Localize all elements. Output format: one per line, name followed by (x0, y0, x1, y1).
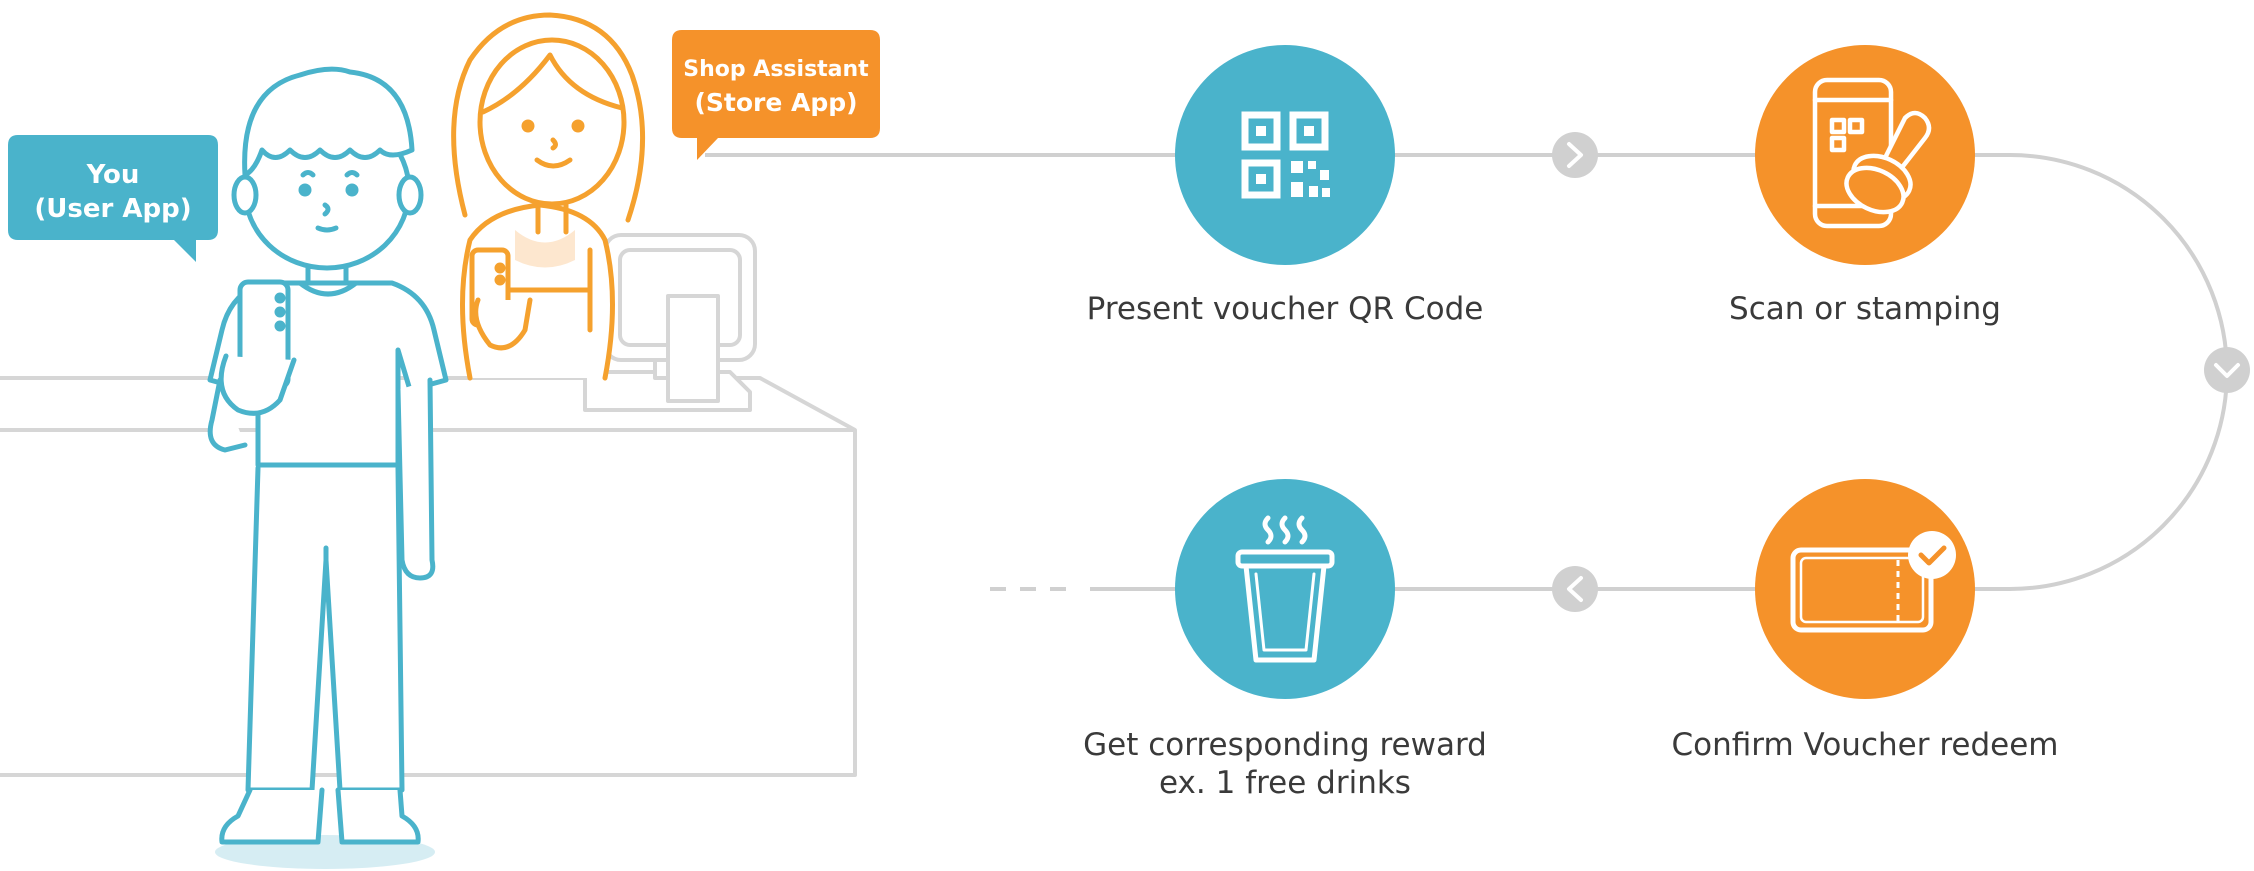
user-role-bubble: You (User App) (8, 135, 218, 262)
connector-curve-right (1970, 153, 2229, 591)
step-label-get-reward: Get corresponding reward (1083, 727, 1487, 763)
flow-connectors (705, 153, 2229, 591)
user-role-subtitle: (User App) (34, 194, 191, 224)
arrow-down-node (2204, 347, 2250, 393)
step-scan-stamp (1755, 45, 1975, 265)
user-role-title: You (86, 160, 140, 190)
shop-role-bubble: Shop Assistant (Store App) (672, 30, 880, 160)
step-circle (1755, 479, 1975, 699)
step-present-qr (1175, 45, 1395, 265)
step-confirm-voucher (1755, 479, 1975, 699)
shop-role-subtitle: (Store App) (694, 88, 857, 117)
step-sublabel-get-reward: ex. 1 free drinks (1159, 765, 1411, 801)
shop-assistant-illustration (451, 12, 646, 381)
step-circle (1175, 479, 1395, 699)
step-get-reward (1175, 479, 1395, 699)
arrow-right-node (1552, 132, 1598, 178)
step-circle (1175, 45, 1395, 265)
user-illustration (207, 66, 449, 869)
step-label-present-qr: Present voucher QR Code (1086, 291, 1484, 327)
step-label-confirm-voucher: Confirm Voucher redeem (1671, 727, 2059, 763)
step-label-scan-stamp: Scan or stamping (1729, 291, 2001, 327)
shop-role-title: Shop Assistant (683, 57, 869, 82)
arrow-left-node (1552, 566, 1598, 612)
